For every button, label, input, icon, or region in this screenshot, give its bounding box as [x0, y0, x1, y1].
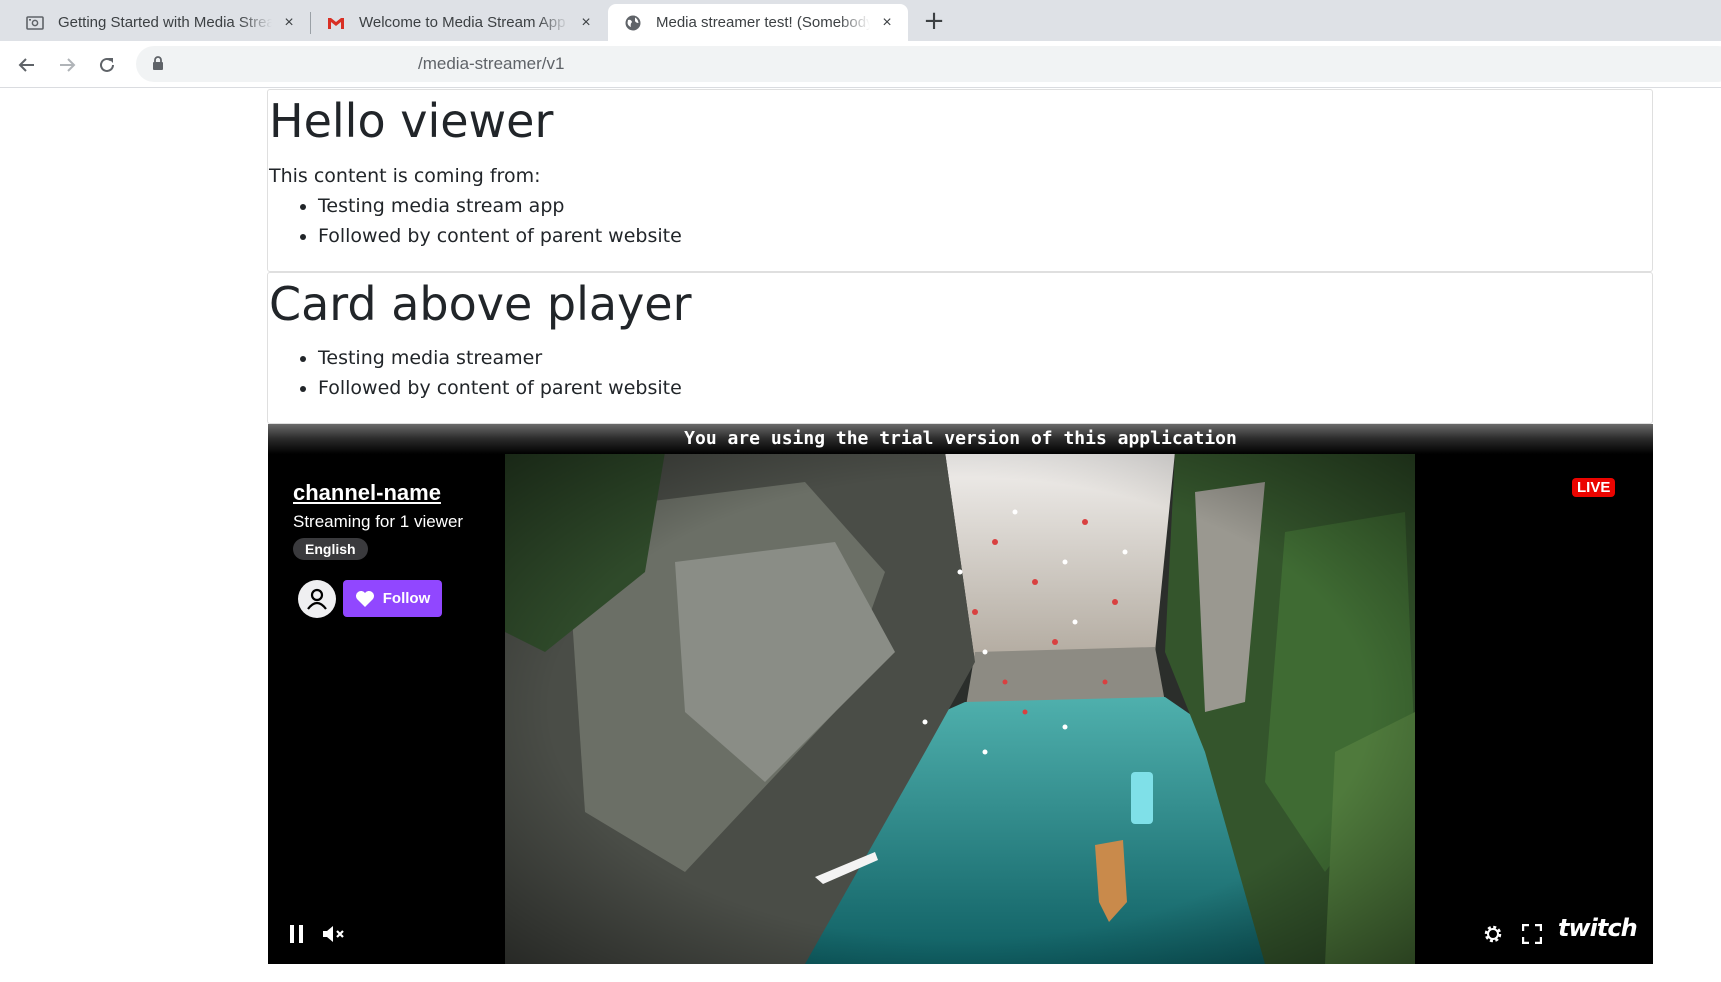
- channel-info: channel-name Streaming for 1 viewer Engl…: [293, 480, 463, 560]
- list-item: Testing media streamer: [318, 343, 682, 373]
- hello-card: Hello viewer This content is coming from…: [267, 89, 1653, 272]
- source-list: Testing media streamer Followed by conte…: [318, 343, 682, 403]
- pause-button[interactable]: [285, 922, 309, 946]
- channel-avatar[interactable]: [298, 580, 336, 618]
- navigation-bar: /media-streamer/v1: [0, 41, 1721, 88]
- card-heading: Card above player: [269, 277, 692, 331]
- channel-name-link[interactable]: channel-name: [293, 480, 463, 506]
- card-heading: Hello viewer: [269, 94, 554, 148]
- media-icon: [24, 15, 46, 31]
- close-icon[interactable]: ×: [280, 14, 298, 32]
- globe-icon: [622, 14, 644, 32]
- tab-media-streamer-test[interactable]: Media streamer test! (Somebody ×: [608, 4, 908, 41]
- lock-icon[interactable]: [152, 56, 164, 75]
- list-item: Testing media stream app: [318, 191, 682, 221]
- live-badge: LIVE: [1572, 478, 1616, 497]
- heart-icon: [355, 590, 374, 607]
- tab-welcome[interactable]: Welcome to Media Stream App - ×: [311, 4, 607, 41]
- gear-icon: [1484, 925, 1502, 943]
- card-above-player: Card above player Testing media streamer…: [267, 272, 1653, 424]
- pause-icon: [290, 925, 303, 943]
- settings-button[interactable]: [1480, 921, 1506, 947]
- media-player[interactable]: You are using the trial version of this …: [268, 424, 1653, 964]
- forward-button[interactable]: [51, 49, 83, 81]
- video-frame[interactable]: [505, 452, 1415, 964]
- viewer-status: Streaming for 1 viewer: [293, 512, 464, 531]
- list-item: Followed by content of parent website: [318, 373, 682, 403]
- twitch-logo[interactable]: twitch: [1558, 914, 1638, 942]
- volume-muted-icon: [323, 926, 344, 942]
- back-arrow-icon: [18, 58, 34, 72]
- new-tab-button[interactable]: +: [918, 7, 950, 37]
- follow-button[interactable]: Follow: [343, 580, 442, 617]
- tab-strip: Getting Started with Media Streamer × We…: [0, 0, 1721, 41]
- card-text: This content is coming from:: [269, 165, 541, 187]
- tab-title: Welcome to Media Stream App -: [359, 14, 569, 31]
- close-icon[interactable]: ×: [878, 14, 896, 32]
- url-text: /media-streamer/v1: [418, 54, 565, 73]
- reload-button[interactable]: [91, 49, 123, 81]
- list-item: Followed by content of parent website: [318, 221, 682, 251]
- forward-arrow-icon: [60, 58, 76, 72]
- reload-icon: [100, 57, 114, 72]
- close-icon[interactable]: ×: [577, 14, 595, 32]
- tab-getting-started[interactable]: Getting Started with Media Streamer ×: [10, 4, 310, 41]
- source-list: Testing media stream app Followed by con…: [318, 191, 682, 251]
- user-icon: [307, 588, 327, 610]
- tab-title: Media streamer test! (Somebody: [656, 14, 870, 31]
- back-button[interactable]: [11, 49, 43, 81]
- tab-title: Getting Started with Media Streamer: [58, 14, 272, 31]
- trial-banner: You are using the trial version of this …: [268, 424, 1653, 454]
- gmail-icon: [325, 15, 347, 31]
- follow-label: Follow: [382, 590, 431, 607]
- mute-button[interactable]: [321, 921, 347, 947]
- fullscreen-icon: [1522, 924, 1542, 944]
- language-tag[interactable]: English: [293, 538, 368, 560]
- fullscreen-button[interactable]: [1519, 921, 1545, 947]
- address-bar[interactable]: /media-streamer/v1: [136, 46, 1721, 82]
